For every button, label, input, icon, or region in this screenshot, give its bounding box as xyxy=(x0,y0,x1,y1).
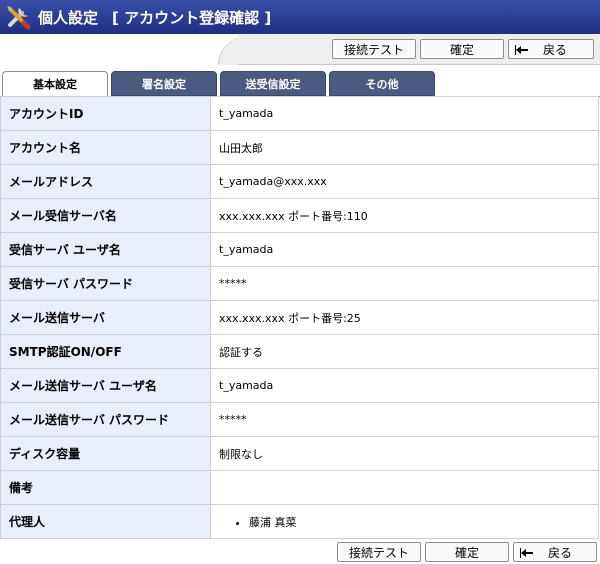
title-bar: 個人設定 [ アカウント登録確認 ] xyxy=(0,0,600,34)
row-value: 制限なし xyxy=(210,436,599,471)
row-label: 備考 xyxy=(0,470,211,505)
table-row: 備考 xyxy=(0,470,599,505)
row-label: メール送信サーバ パスワード xyxy=(0,402,211,437)
tab-other[interactable]: その他 xyxy=(329,71,435,96)
table-row: ディスク容量 制限なし xyxy=(0,436,599,471)
table-row: メール送信サーバ xxx.xxx.xxx ポート番号:25 xyxy=(0,300,599,335)
connection-test-button-bottom[interactable]: 接続テスト xyxy=(337,542,421,562)
tools-icon xyxy=(7,6,31,30)
proxy-list: 藤浦 真菜 xyxy=(219,514,598,530)
row-value: xxx.xxx.xxx ポート番号:110 xyxy=(210,198,599,233)
back-arrow-icon xyxy=(520,547,533,558)
table-row: アカウントID t_yamada xyxy=(0,96,599,131)
back-button-label: 戻る xyxy=(543,43,568,57)
tab-send-receive-settings[interactable]: 送受信設定 xyxy=(220,71,326,96)
back-button-bottom[interactable]: 戻る xyxy=(513,542,597,562)
row-label: 代理人 xyxy=(0,504,211,539)
row-label: SMTP認証ON/OFF xyxy=(0,334,211,369)
table-row: 受信サーバ パスワード ***** xyxy=(0,266,599,301)
tab-bar: 基本設定 署名設定 送受信設定 その他 xyxy=(0,71,600,97)
connection-test-button[interactable]: 接続テスト xyxy=(332,39,416,59)
tab-basic-settings[interactable]: 基本設定 xyxy=(2,71,108,97)
row-value: xxx.xxx.xxx ポート番号:25 xyxy=(210,300,599,335)
back-button-label: 戻る xyxy=(548,546,573,560)
table-row: SMTP認証ON/OFF 認証する xyxy=(0,334,599,369)
table-row: メールアドレス t_yamada@xxx.xxx xyxy=(0,164,599,199)
confirm-button-bottom[interactable]: 確定 xyxy=(425,542,509,562)
row-value: 藤浦 真菜 xyxy=(210,504,599,539)
back-button[interactable]: 戻る xyxy=(508,39,594,59)
row-label: ディスク容量 xyxy=(0,436,211,471)
row-value: t_yamada xyxy=(210,368,599,403)
row-label: メールアドレス xyxy=(0,164,211,199)
table-row: メール送信サーバ パスワード ***** xyxy=(0,402,599,437)
page-subtitle: [ アカウント登録確認 ] xyxy=(112,9,272,27)
table-row: メール受信サーバ名 xxx.xxx.xxx ポート番号:110 xyxy=(0,198,599,233)
row-label: メール送信サーバ ユーザ名 xyxy=(0,368,211,403)
page-title: 個人設定 [ アカウント登録確認 ] xyxy=(38,7,271,28)
page-title-main: 個人設定 xyxy=(38,9,99,27)
table-row: アカウント名 山田太郎 xyxy=(0,130,599,165)
row-value: ***** xyxy=(210,402,599,437)
row-label: アカウント名 xyxy=(0,130,211,165)
table-row: 代理人 藤浦 真菜 xyxy=(0,504,599,539)
table-row: メール送信サーバ ユーザ名 t_yamada xyxy=(0,368,599,403)
row-label: メール送信サーバ xyxy=(0,300,211,335)
row-value: 認証する xyxy=(210,334,599,369)
row-label: 受信サーバ パスワード xyxy=(0,266,211,301)
back-arrow-icon xyxy=(515,44,528,55)
account-info-table: アカウントID t_yamada アカウント名 山田太郎 メールアドレス t_y… xyxy=(0,96,599,539)
row-value: ***** xyxy=(210,266,599,301)
list-item: 藤浦 真菜 xyxy=(249,514,598,530)
row-value: t_yamada@xxx.xxx xyxy=(210,164,599,199)
confirm-button[interactable]: 確定 xyxy=(420,39,504,59)
row-label: 受信サーバ ユーザ名 xyxy=(0,232,211,267)
table-row: 受信サーバ ユーザ名 t_yamada xyxy=(0,232,599,267)
row-value: t_yamada xyxy=(210,96,599,131)
row-value xyxy=(210,470,599,505)
row-value: t_yamada xyxy=(210,232,599,267)
row-label: メール受信サーバ名 xyxy=(0,198,211,233)
tab-signature-settings[interactable]: 署名設定 xyxy=(111,71,217,96)
row-label: アカウントID xyxy=(0,96,211,131)
row-value: 山田太郎 xyxy=(210,130,599,165)
